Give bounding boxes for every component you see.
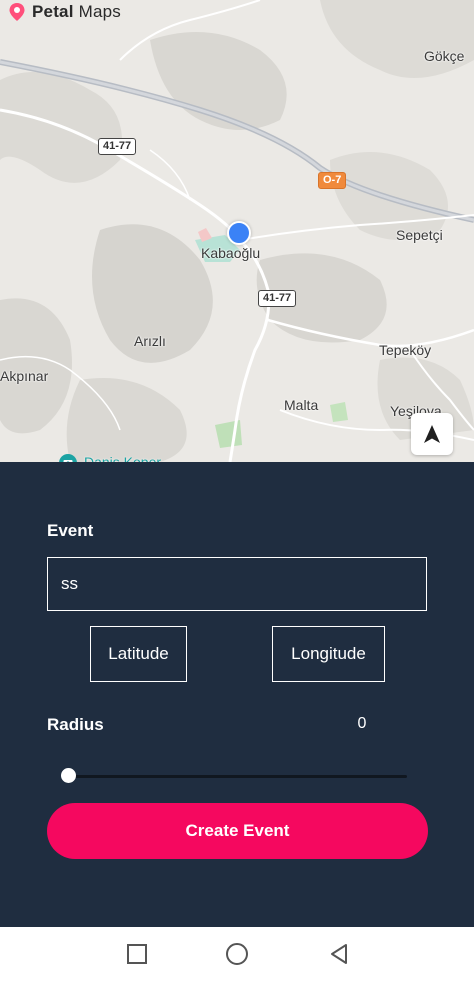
navigation-arrow-icon: [424, 425, 440, 443]
back-button[interactable]: [326, 941, 352, 967]
longitude-button[interactable]: Longitude: [272, 626, 385, 682]
triangle-back-icon: [331, 944, 347, 964]
event-input[interactable]: ss: [47, 557, 427, 611]
create-event-button-label: Create Event: [185, 821, 290, 840]
create-event-button[interactable]: Create Event: [47, 803, 428, 859]
place-label-gokce: Gökçe: [424, 48, 465, 64]
road-shield-41-77-north: 41-77: [98, 138, 137, 155]
latitude-button-label: Latitude: [108, 644, 169, 663]
event-form-panel: Event ss Latitude Longitude Radius 0 Cre…: [0, 462, 474, 927]
viewpoint-pin-icon: [59, 454, 77, 462]
place-label-akpinar: Akpınar: [0, 368, 49, 384]
petal-maps-logo: Petal Maps: [8, 2, 121, 22]
current-location-dot: [227, 221, 251, 245]
home-button[interactable]: [224, 941, 250, 967]
circle-home-icon: [226, 943, 248, 965]
petal-pin-icon: [9, 3, 25, 21]
radius-value: 0: [357, 715, 367, 732]
recents-button[interactable]: [124, 941, 150, 967]
radius-label: Radius: [47, 715, 104, 734]
square-recents-icon: [127, 944, 147, 964]
event-label: Event: [47, 521, 94, 540]
road-shield-41-77-south: 41-77: [258, 290, 297, 307]
locate-button[interactable]: [411, 413, 453, 455]
poi-label: Daniş Koper Viyadüğü: [84, 454, 162, 462]
road-shield-o7: O-7: [318, 172, 347, 189]
place-label-kabaoglu: Kabaoğlu: [201, 245, 261, 261]
place-label-arizli: Arızlı: [134, 333, 166, 349]
radius-slider-track[interactable]: [67, 775, 407, 778]
event-input-value: ss: [61, 574, 78, 593]
place-label-malta: Malta: [284, 397, 319, 413]
system-navigation-bar: [0, 927, 474, 981]
place-label-tepekoy: Tepeköy: [379, 342, 432, 358]
latitude-button[interactable]: Latitude: [90, 626, 187, 682]
radius-slider-thumb[interactable]: [61, 768, 76, 783]
poi-marker[interactable]: Daniş Koper Viyadüğü: [58, 438, 161, 462]
brand-name-bold: Petal: [32, 2, 74, 21]
longitude-button-label: Longitude: [291, 644, 366, 663]
place-label-sepetci: Sepetçi: [396, 227, 443, 243]
map-view[interactable]: Petal Maps Gökçe Sepetçi Kabaoğlu Arızlı…: [0, 0, 474, 462]
brand-name-light: Maps: [78, 2, 121, 21]
